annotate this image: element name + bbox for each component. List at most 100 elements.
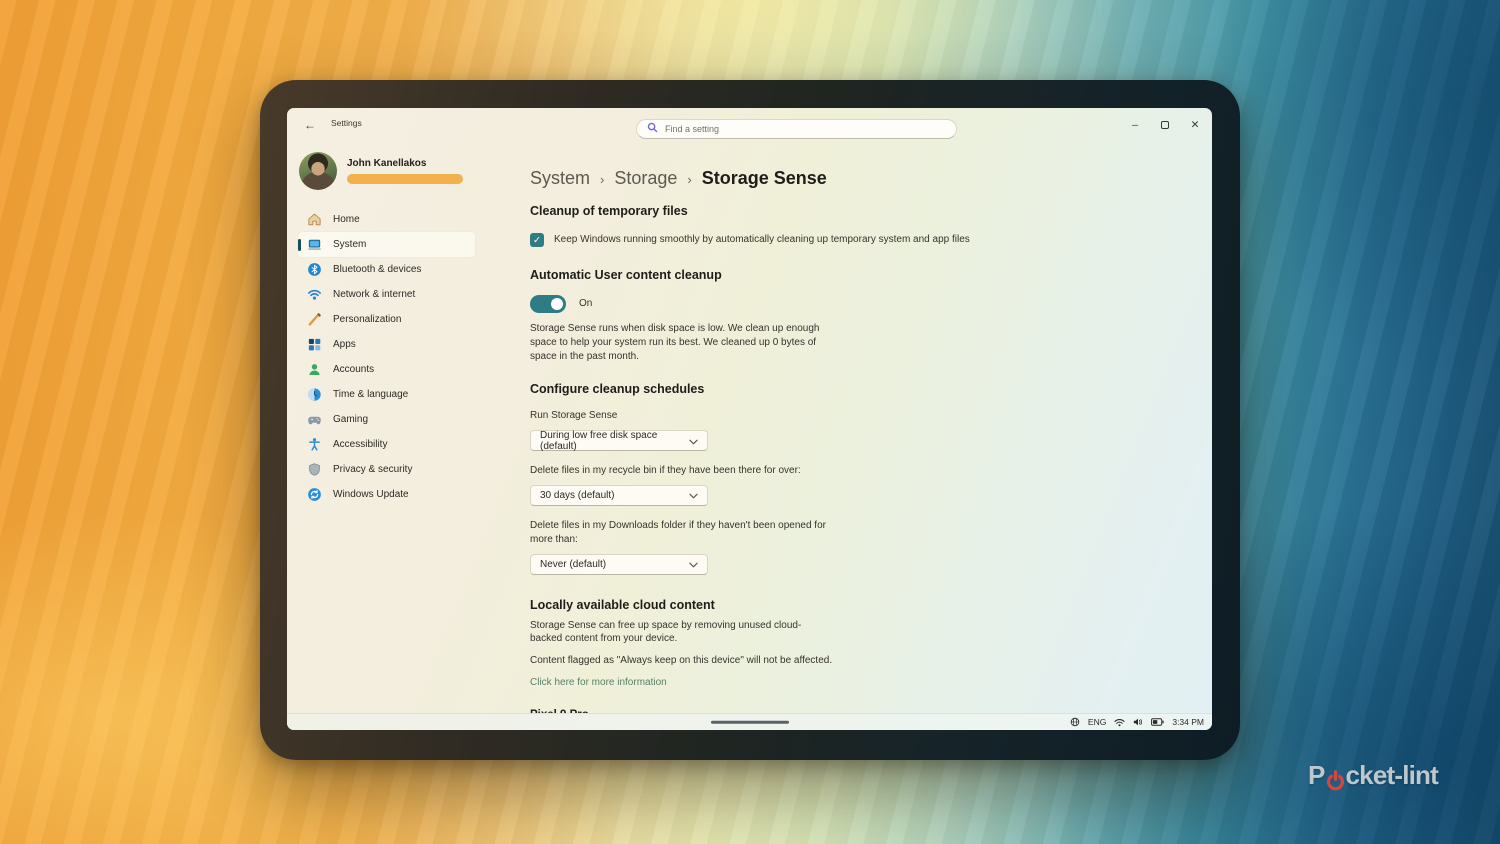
sidebar-item-label: Home: [333, 214, 360, 225]
downloads-label: Delete files in my Downloads folder if t…: [530, 519, 830, 547]
tablet-frame: ← Settings: [260, 80, 1240, 760]
sidebar-item-label: Time & language: [333, 389, 408, 400]
check-icon: ✓: [533, 235, 541, 246]
run-storage-sense-dropdown[interactable]: During low free disk space (default): [530, 430, 708, 451]
breadcrumb: System › Storage › Storage Sense: [530, 168, 1212, 189]
sidebar-item-label: Privacy & security: [333, 464, 412, 475]
clock: 3:34 PM: [1172, 717, 1204, 727]
dropdown-value: 30 days (default): [540, 490, 615, 501]
dropdown-value: Never (default): [540, 559, 606, 570]
user-name: John Kanellakos: [347, 158, 463, 169]
battery-icon: [1151, 718, 1164, 726]
sidebar-item-label: Bluetooth & devices: [333, 264, 421, 275]
sidebar-nav: Home System Bluetooth & devices: [298, 207, 475, 507]
wallpaper: ← Settings: [0, 0, 1500, 844]
toggle-knob: [551, 298, 563, 310]
close-button[interactable]: ✕: [1180, 108, 1210, 141]
minimize-icon: –: [1132, 119, 1138, 131]
breadcrumb-system[interactable]: System: [530, 168, 590, 189]
cloud-description: Storage Sense can free up space by remov…: [530, 619, 818, 647]
redacted-email-bar: [347, 174, 463, 184]
maximize-icon: [1161, 121, 1169, 129]
maximize-button[interactable]: [1150, 108, 1180, 141]
sidebar-item-personalization[interactable]: Personalization: [298, 307, 475, 332]
minimize-button[interactable]: –: [1120, 108, 1150, 141]
chevron-down-icon: [689, 486, 698, 504]
window-controls: – ✕: [1120, 108, 1210, 141]
sidebar-item-time-language[interactable]: Time & language: [298, 382, 475, 407]
dropdown-value: During low free disk space (default): [540, 430, 689, 452]
sidebar-item-home[interactable]: Home: [298, 207, 475, 232]
cloud-note: Content flagged as "Always keep on this …: [530, 654, 1212, 668]
heading-cleanup-temp-files: Cleanup of temporary files: [530, 204, 1212, 218]
search-box[interactable]: [636, 119, 957, 139]
gaming-icon: [307, 412, 322, 427]
titlebar: ← Settings: [287, 108, 1212, 141]
sidebar-item-bluetooth-devices[interactable]: Bluetooth & devices: [298, 257, 475, 282]
chevron-down-icon: [689, 432, 698, 450]
sidebar-item-accessibility[interactable]: Accessibility: [298, 432, 475, 457]
chevron-down-icon: [689, 555, 698, 573]
sidebar-item-label: System: [333, 239, 366, 250]
downloads-dropdown[interactable]: Never (default): [530, 554, 708, 575]
sidebar-item-label: Accessibility: [333, 439, 387, 450]
search-icon: [647, 120, 658, 138]
logo-text-p: P: [1308, 760, 1325, 791]
sidebar-item-label: Accounts: [333, 364, 374, 375]
wifi-icon: [1114, 718, 1125, 727]
system-icon: [307, 237, 322, 252]
sidebar-item-gaming[interactable]: Gaming: [298, 407, 475, 432]
accounts-icon: [307, 362, 322, 377]
recycle-bin-label: Delete files in my recycle bin if they h…: [530, 464, 830, 478]
toggle-state-label: On: [579, 297, 592, 311]
storage-sense-toggle[interactable]: [530, 295, 566, 313]
breadcrumb-storage-sense: Storage Sense: [702, 168, 827, 189]
home-icon: [307, 212, 322, 227]
heading-cloud-content: Locally available cloud content: [530, 598, 1212, 612]
accessibility-icon: [307, 437, 322, 452]
heading-auto-user-cleanup: Automatic User content cleanup: [530, 268, 1212, 282]
apps-icon: [307, 337, 322, 352]
network-icon: [307, 287, 322, 302]
sidebar-item-accounts[interactable]: Accounts: [298, 357, 475, 382]
app-title: Settings: [331, 118, 362, 128]
temp-files-checkbox-label: Keep Windows running smoothly by automat…: [554, 233, 970, 247]
globe-icon: [1070, 717, 1080, 727]
volume-icon: [1133, 717, 1143, 727]
more-information-link[interactable]: Click here for more information: [530, 677, 1212, 688]
breadcrumb-storage[interactable]: Storage: [614, 168, 677, 189]
bluetooth-icon: [307, 262, 322, 277]
sidebar-item-label: Gaming: [333, 414, 368, 425]
recycle-bin-dropdown[interactable]: 30 days (default): [530, 485, 708, 506]
avatar: [299, 152, 337, 190]
sidebar-item-privacy-security[interactable]: Privacy & security: [298, 457, 475, 482]
heading-configure-schedules: Configure cleanup schedules: [530, 382, 1212, 396]
taskbar-handle[interactable]: [711, 721, 789, 724]
language-indicator: ENG: [1088, 717, 1106, 727]
chevron-right-icon: ›: [687, 172, 691, 187]
sidebar-item-label: Personalization: [333, 314, 401, 325]
system-tray[interactable]: ENG 3:34 PM: [1070, 717, 1204, 727]
sidebar-item-label: Network & internet: [333, 289, 415, 300]
logo-text-rest: cket-lint: [1346, 760, 1438, 791]
back-arrow-icon: ←: [304, 118, 316, 132]
sidebar-item-system[interactable]: System: [298, 232, 475, 257]
back-button[interactable]: ←: [299, 116, 321, 133]
sidebar: John Kanellakos Home System: [287, 141, 483, 713]
personalization-icon: [307, 312, 322, 327]
search-input[interactable]: [665, 124, 946, 134]
power-icon: [1326, 767, 1345, 788]
time-language-icon: [307, 387, 322, 402]
profile-card[interactable]: John Kanellakos: [299, 152, 475, 190]
sidebar-item-apps[interactable]: Apps: [298, 332, 475, 357]
close-icon: ✕: [1191, 119, 1200, 131]
temp-files-checkbox[interactable]: ✓: [530, 233, 544, 247]
pocket-lint-logo: P cket-lint: [1308, 760, 1438, 791]
sidebar-item-windows-update[interactable]: Windows Update: [298, 482, 475, 507]
sidebar-item-network-internet[interactable]: Network & internet: [298, 282, 475, 307]
settings-window: ← Settings: [287, 108, 1212, 730]
taskbar: ENG 3:34 PM: [287, 713, 1212, 730]
chevron-right-icon: ›: [600, 172, 604, 187]
shield-icon: [307, 462, 322, 477]
run-storage-sense-label: Run Storage Sense: [530, 409, 830, 423]
